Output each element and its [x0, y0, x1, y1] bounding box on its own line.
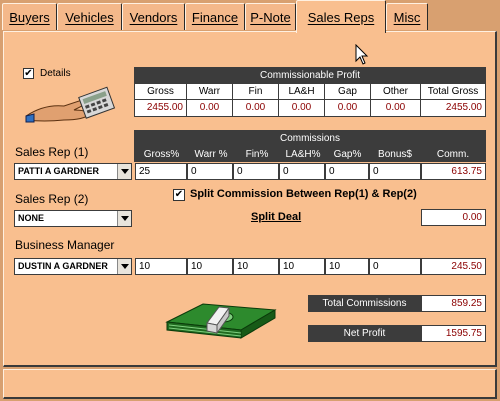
col-other: Other: [371, 84, 421, 99]
warr-value: 0.00: [187, 100, 233, 116]
tab-misc[interactable]: Misc: [386, 3, 428, 30]
rep1-fin-pct-input[interactable]: 0: [233, 163, 279, 180]
hand-calculator-icon: [25, 86, 116, 123]
mgr-gross-pct-input[interactable]: 10: [135, 258, 187, 275]
col-warr-pct: Warr %: [188, 147, 234, 162]
rep1-lah-pct-input[interactable]: 0: [279, 163, 325, 180]
col-lah: LA&H: [279, 84, 325, 99]
status-bar: [3, 369, 497, 399]
rep1-comm-value: 613.75: [421, 163, 486, 180]
commissions-title: Commissions: [135, 131, 485, 146]
tab-label: P-Note: [250, 9, 291, 25]
gross-value: 2455.00: [135, 100, 187, 116]
tab-vehicles[interactable]: Vehicles: [57, 3, 122, 30]
rep2-comm-value: 0.00: [421, 209, 486, 226]
tab-sales-reps[interactable]: Sales Reps: [296, 0, 386, 33]
gap-value: 0.00: [325, 100, 371, 116]
col-bonus: Bonus$: [369, 147, 421, 162]
tab-vendors[interactable]: Vendors: [122, 3, 185, 30]
sales-rep-1-value: PATTI A GARDNER: [18, 166, 99, 176]
col-comm: Comm.: [421, 147, 485, 162]
col-total-gross: Total Gross: [421, 84, 485, 99]
col-gross: Gross: [135, 84, 187, 99]
fin-value: 0.00: [233, 100, 279, 116]
split-deal-link[interactable]: Split Deal: [251, 211, 301, 223]
tab-p-note[interactable]: P-Note: [245, 3, 296, 30]
details-checkbox[interactable]: ✔: [23, 68, 34, 79]
net-profit-value: 1595.75: [421, 325, 486, 342]
mouse-cursor-icon: [355, 44, 369, 65]
rep1-warr-pct-input[interactable]: 0: [187, 163, 233, 180]
rep1-gross-pct-input[interactable]: 25: [135, 163, 187, 180]
other-value: 0.00: [371, 100, 421, 116]
business-manager-value: DUSTIN A GARDNER: [18, 261, 108, 271]
tab-label: Finance: [191, 9, 239, 25]
rep1-bonus-input[interactable]: 0: [369, 163, 421, 180]
split-commission-checkbox[interactable]: ✔: [173, 189, 185, 201]
col-lah-pct: LA&H%: [280, 147, 326, 162]
lah-value: 0.00: [279, 100, 325, 116]
mgr-lah-pct-input[interactable]: 10: [279, 258, 325, 275]
tab-label: Buyers: [9, 9, 50, 25]
tab-label: Vehicles: [65, 9, 114, 25]
col-gap: Gap: [325, 84, 371, 99]
total-commissions-label: Total Commissions: [308, 295, 421, 312]
col-fin-pct: Fin%: [234, 147, 280, 162]
col-gap-pct: Gap%: [326, 147, 369, 162]
rep1-gap-pct-input[interactable]: 0: [325, 163, 369, 180]
tab-buyers[interactable]: Buyers: [2, 3, 57, 30]
tab-finance[interactable]: Finance: [185, 3, 245, 30]
business-manager-select[interactable]: DUSTIN A GARDNER: [14, 258, 132, 275]
chevron-down-icon[interactable]: [117, 164, 131, 179]
commissionable-profit-title: Commissionable Profit: [135, 68, 485, 83]
total-commissions-value: 859.25: [421, 295, 486, 312]
mgr-bonus-input[interactable]: 0: [369, 258, 421, 275]
chevron-down-icon[interactable]: [117, 211, 131, 226]
sales-rep-1-label: Sales Rep (1): [15, 145, 89, 159]
mgr-fin-pct-input[interactable]: 10: [233, 258, 279, 275]
sales-rep-2-value: NONE: [18, 213, 45, 223]
tab-label: Misc: [393, 9, 421, 25]
split-commission-label: Split Commission Between Rep(1) & Rep(2): [190, 188, 417, 200]
sales-rep-2-select[interactable]: NONE: [14, 210, 132, 227]
col-gross-pct: Gross%: [135, 147, 188, 162]
total-gross-value: 2455.00: [421, 100, 485, 116]
tab-bar: Buyers Vehicles Vendors Finance P-Note S…: [0, 0, 500, 33]
mgr-warr-pct-input[interactable]: 10: [187, 258, 233, 275]
sales-rep-1-select[interactable]: PATTI A GARDNER: [14, 163, 132, 180]
tab-label: Vendors: [129, 9, 178, 25]
business-manager-label: Business Manager: [15, 238, 115, 252]
col-warr: Warr: [187, 84, 233, 99]
col-fin: Fin: [233, 84, 279, 99]
chevron-down-icon[interactable]: [117, 259, 131, 274]
money-stack-icon: [165, 303, 277, 339]
net-profit-label: Net Profit: [308, 325, 421, 342]
tab-label: Sales Reps: [307, 9, 375, 25]
mgr-gap-pct-input[interactable]: 10: [325, 258, 369, 275]
mgr-comm-value: 245.50: [421, 258, 486, 275]
sales-rep-2-label: Sales Rep (2): [15, 192, 89, 206]
details-label: Details: [40, 68, 71, 79]
